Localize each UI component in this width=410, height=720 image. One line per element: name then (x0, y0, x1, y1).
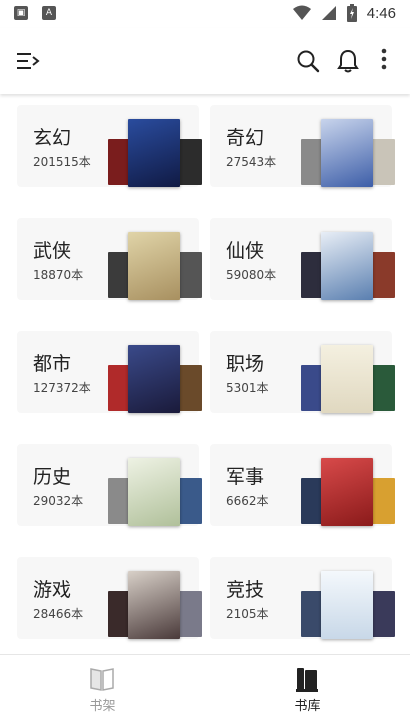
book-cover-right (371, 252, 395, 298)
book-cover-right (371, 365, 395, 411)
book-cover-front (321, 119, 373, 187)
category-card-zhichang[interactable]: 职场 5301本 (210, 331, 395, 413)
category-count: 201515本 (33, 155, 91, 169)
category-name: 仙侠 (226, 240, 265, 262)
nav-library-label: 书库 (294, 699, 321, 714)
category-count: 6662本 (226, 494, 269, 508)
category-card-qihuan[interactable]: 奇幻 27543本 (210, 105, 395, 187)
category-card-wuxia[interactable]: 武侠 18870本 (17, 218, 202, 300)
category-count: 29032本 (33, 494, 84, 508)
category-card-youxi[interactable]: 游戏 28466本 (17, 557, 202, 639)
book-cover-front (321, 458, 373, 526)
book-cover-front (321, 571, 373, 639)
book-cover-right (178, 591, 202, 637)
category-card-xianxia[interactable]: 仙侠 59080本 (210, 218, 395, 300)
status-bar: ▣ A 4:46 (0, 0, 410, 28)
wifi-icon (292, 5, 311, 20)
book-cover-right (371, 139, 395, 185)
nav-bookshelf[interactable]: 书架 (0, 655, 205, 720)
book-cover-right (371, 591, 395, 637)
status-time: 4:46 (366, 4, 396, 22)
nav-bookshelf-label: 书架 (89, 699, 116, 714)
book-cover-front (128, 232, 180, 300)
book-cover-front (321, 232, 373, 300)
category-card-lishi[interactable]: 历史 29032本 (17, 444, 202, 526)
signal-icon (321, 6, 336, 20)
status-left-icons: ▣ A (14, 6, 56, 20)
category-name: 历史 (33, 466, 72, 488)
book-cover-front (128, 571, 180, 639)
category-count: 28466本 (33, 607, 84, 621)
category-count: 27543本 (226, 155, 277, 169)
status-right: 4:46 (292, 4, 396, 22)
book-cover-front (128, 119, 180, 187)
bottom-navigation: 书架 书库 (0, 654, 410, 720)
category-card-junshi[interactable]: 军事 6662本 (210, 444, 395, 526)
category-count: 59080本 (226, 268, 277, 282)
category-name: 军事 (226, 466, 265, 488)
book-cover-front (321, 345, 373, 413)
open-book-icon (90, 668, 114, 691)
category-name: 武侠 (33, 240, 72, 262)
category-name: 游戏 (33, 579, 72, 601)
book-cover-right (178, 139, 202, 185)
bell-icon[interactable] (337, 48, 359, 74)
book-cover-right (371, 478, 395, 524)
top-toolbar (0, 28, 410, 94)
category-name: 职场 (226, 353, 265, 375)
category-grid: 玄幻 201515本 奇幻 27543本 武侠 18870本 仙侠 59080本… (0, 94, 410, 654)
category-count: 2105本 (226, 607, 269, 621)
category-name: 都市 (33, 353, 72, 375)
menu-icon[interactable] (16, 50, 40, 72)
books-icon (296, 668, 318, 692)
category-card-dushi[interactable]: 都市 127372本 (17, 331, 202, 413)
search-icon[interactable] (296, 49, 320, 73)
battery-icon (346, 4, 357, 22)
category-name: 竞技 (226, 579, 265, 601)
app-a-icon: A (42, 6, 56, 20)
category-count: 5301本 (226, 381, 269, 395)
book-cover-right (178, 252, 202, 298)
category-name: 奇幻 (226, 127, 265, 149)
category-count: 18870本 (33, 268, 84, 282)
book-cover-right (178, 478, 202, 524)
category-card-jingji[interactable]: 竞技 2105本 (210, 557, 395, 639)
category-card-xuanhuan[interactable]: 玄幻 201515本 (17, 105, 202, 187)
app-icon: ▣ (14, 6, 28, 20)
category-name: 玄幻 (33, 127, 72, 149)
book-cover-front (128, 345, 180, 413)
book-cover-front (128, 458, 180, 526)
more-vertical-icon[interactable] (376, 46, 392, 74)
category-count: 127372本 (33, 381, 91, 395)
book-cover-right (178, 365, 202, 411)
nav-library[interactable]: 书库 (205, 655, 410, 720)
